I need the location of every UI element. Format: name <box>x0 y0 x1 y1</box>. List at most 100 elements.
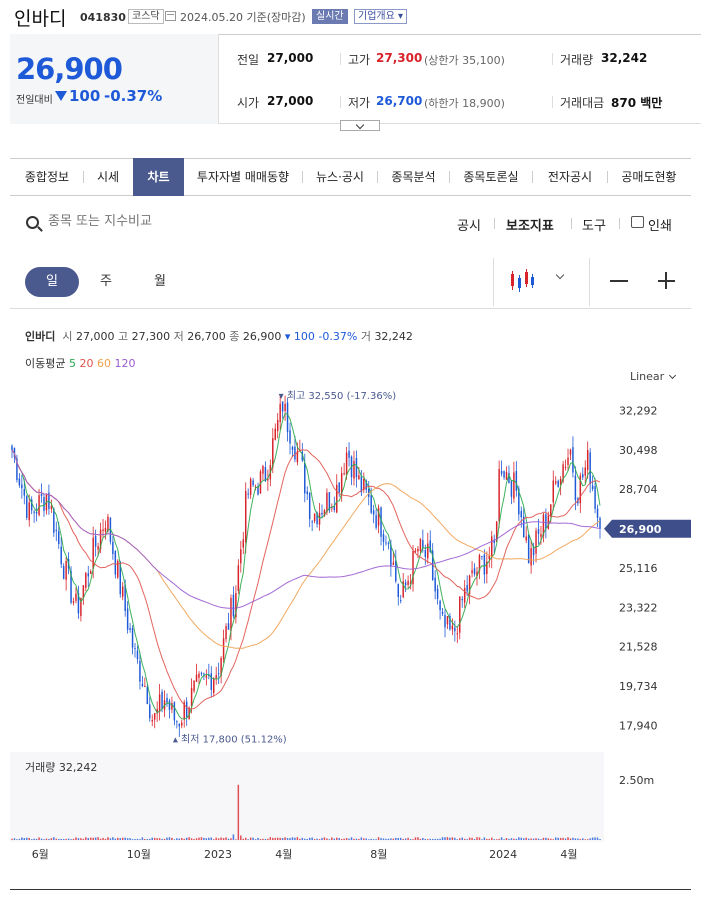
candle-body <box>94 535 97 547</box>
volume-bar <box>58 839 60 840</box>
volume-bar <box>459 838 461 840</box>
volume-bar <box>107 837 109 840</box>
candle-body <box>114 551 117 575</box>
volume-bar <box>176 838 178 840</box>
volume-bar <box>117 837 119 840</box>
volume-bar <box>594 837 596 840</box>
volume-bar <box>166 837 168 840</box>
x-tick-label: 4월 <box>275 848 292 861</box>
volume-bar <box>104 838 107 840</box>
volume-bar <box>284 837 286 840</box>
volume-bar <box>188 837 190 840</box>
candle-body <box>289 430 291 444</box>
y-tick-label: 32,292 <box>619 405 658 418</box>
volume-bar <box>40 838 43 840</box>
volume-bar <box>331 837 333 840</box>
candle-body <box>153 713 156 720</box>
volume-bar <box>306 839 308 840</box>
volume-bar <box>540 839 542 840</box>
candle-body <box>397 583 400 597</box>
candle-body <box>345 452 348 476</box>
candle-body <box>392 562 395 565</box>
volume-bar <box>87 838 90 840</box>
volume-bar <box>299 838 301 840</box>
candle-body <box>286 402 289 432</box>
candle-body <box>195 674 198 682</box>
volume-bar <box>289 838 291 840</box>
volume-bar <box>350 837 353 840</box>
volume-bar <box>508 838 510 840</box>
volume-bar <box>481 839 483 840</box>
volume-bar <box>94 837 97 840</box>
candle-body <box>281 401 284 412</box>
candle-body <box>491 536 493 558</box>
price-chart[interactable]: 32,292 30,498 28,704 25,116 23,322 21,528 19,7… <box>0 0 701 902</box>
volume-bar <box>30 839 33 840</box>
candle-body <box>481 556 483 558</box>
volume-bar <box>264 839 267 840</box>
volume-bar <box>532 838 535 840</box>
candle-body <box>26 496 28 518</box>
volume-bar <box>353 838 355 840</box>
volume-bar <box>559 837 562 840</box>
y-tick-label: 25,116 <box>619 562 658 575</box>
volume-bar <box>13 838 16 840</box>
candle-body <box>375 515 377 528</box>
candle-body <box>417 548 419 552</box>
candle-body <box>451 625 454 630</box>
volume-bar <box>572 837 574 840</box>
volume-bar <box>486 838 488 840</box>
candle-body <box>463 588 466 603</box>
volume-bar <box>552 839 554 840</box>
candle-body <box>102 529 104 531</box>
volume-bar <box>308 837 311 840</box>
x-tick-label: 2024 <box>489 848 517 861</box>
volume-bar <box>392 838 395 840</box>
volume-bar <box>463 838 466 840</box>
volume-bar <box>281 838 284 840</box>
volume-bar <box>385 838 387 840</box>
candle-body <box>313 513 316 522</box>
volume-bar <box>328 839 331 840</box>
volume-bar <box>50 838 53 840</box>
volume-bar <box>471 837 473 840</box>
volume-bar <box>372 839 375 840</box>
volume-bar <box>173 839 176 840</box>
volume-bar <box>323 837 326 840</box>
volume-bar <box>599 839 601 840</box>
candle-body <box>540 534 542 537</box>
volume-bar <box>134 839 136 840</box>
volume-bar <box>589 838 591 840</box>
volume-bar <box>446 837 449 840</box>
volume-bar <box>161 838 163 840</box>
volume-bar <box>427 839 429 840</box>
candle-body <box>503 471 505 478</box>
candle-body <box>225 626 227 640</box>
candle-body <box>454 627 456 632</box>
volume-bar <box>579 839 582 840</box>
volume-bar <box>451 837 454 840</box>
volume-bar <box>414 837 417 840</box>
volume-bar <box>267 838 269 840</box>
volume-bar <box>577 838 579 840</box>
candle-body <box>134 648 136 650</box>
volume-bar <box>269 837 272 840</box>
candle-body <box>190 687 193 707</box>
candle-body <box>510 480 513 497</box>
candle-body <box>212 678 215 694</box>
volume-bar <box>77 838 80 840</box>
candle-body <box>461 598 463 601</box>
volume-bar <box>370 838 372 840</box>
volume-axis-label: 2.50m <box>619 774 654 787</box>
volume-bar <box>230 838 232 840</box>
volume-bar <box>215 837 217 840</box>
candle-body <box>62 565 65 579</box>
candle-body <box>513 472 515 499</box>
candle-body <box>446 616 449 625</box>
volume-bar <box>545 837 547 840</box>
volume-bar <box>178 838 181 840</box>
candle-body <box>387 543 390 545</box>
volume-bar <box>395 837 397 840</box>
volume-bar <box>316 838 318 840</box>
candle-body <box>436 588 439 599</box>
